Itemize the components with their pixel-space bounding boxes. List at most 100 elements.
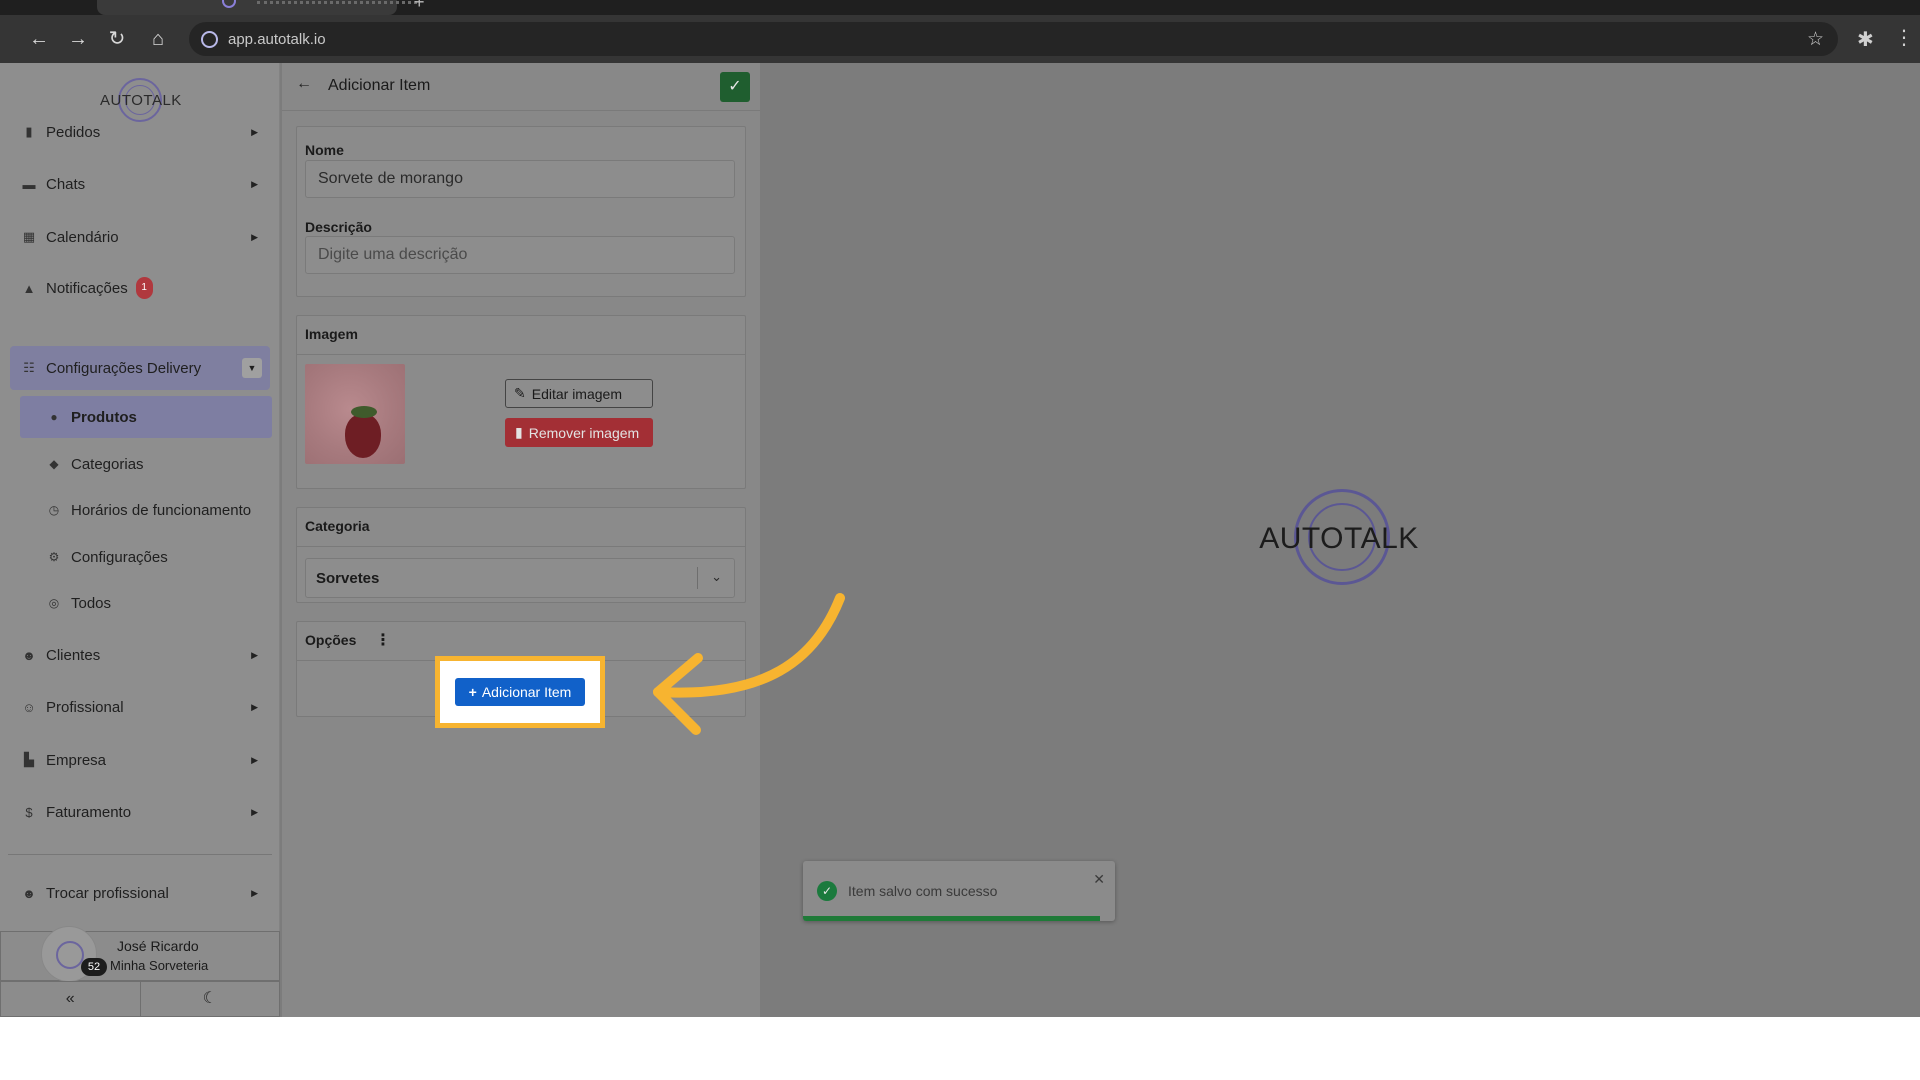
product-image-thumbnail	[305, 364, 405, 464]
chevron-down-icon[interactable]: ⌄	[711, 569, 722, 585]
sidebar-item-calendario[interactable]: ▦ Calendário ▶	[10, 217, 270, 257]
site-info-icon[interactable]	[201, 31, 218, 48]
sidebar-item-trocar-profissional[interactable]: ☻ Trocar profissional ▶	[10, 873, 270, 913]
sidebar-subitem-produtos[interactable]: ● Produtos	[20, 396, 272, 438]
sidebar-subitem-label: Todos	[71, 594, 112, 612]
reload-icon[interactable]: ↻	[102, 24, 132, 54]
chevron-right-icon: ▶	[251, 126, 258, 137]
browser-toolbar: ← → ↻ ⌂ app.autotalk.io ☆ ✱ ⋮	[0, 15, 1920, 63]
image-label: Imagem	[305, 326, 358, 342]
category-selected-value: Sorvetes	[316, 570, 380, 587]
close-icon[interactable]: ✕	[1093, 871, 1105, 888]
edit-image-button[interactable]: ✎ Editar imagem	[505, 379, 653, 408]
sidebar-item-label: Clientes	[46, 646, 101, 664]
gear-icon: ⚙	[48, 550, 60, 564]
sidebar-item-configuracoes-delivery[interactable]: ☷ Configurações Delivery ▼	[10, 346, 270, 390]
sidebar-item-label: Configurações Delivery	[46, 359, 202, 377]
browser-tab-active[interactable]	[97, 0, 417, 15]
sidebar-item-chats[interactable]: ▬ Chats ▶	[10, 164, 270, 204]
address-bar[interactable]: app.autotalk.io ☆	[189, 22, 1838, 56]
extensions-puzzle-icon[interactable]: ✱	[1857, 27, 1874, 52]
sidebar-item-label: Faturamento	[46, 803, 132, 821]
building-icon: ▙	[24, 752, 34, 767]
chevron-right-icon: ▶	[251, 178, 258, 189]
user-swap-icon: ☻	[22, 885, 36, 901]
sidebar-subitem-label: Horários de funcionamento	[71, 501, 252, 519]
card-header: Imagem	[297, 316, 745, 355]
back-icon[interactable]: ←	[24, 24, 54, 54]
toast-progress-bar	[803, 916, 1100, 921]
clock-icon: ◷	[48, 503, 60, 517]
user-company: Minha Sorveteria	[110, 958, 209, 973]
image-card: Imagem ✎ Editar imagem ▮ Remover imagem	[296, 315, 746, 489]
sidebar-subitem-horarios[interactable]: ◷ Horários de funcionamento	[20, 490, 272, 530]
sidebar-subitem-label: Categorias	[71, 455, 144, 473]
confirm-save-button[interactable]: ✓	[720, 72, 750, 102]
chevron-down-icon[interactable]: ▼	[242, 358, 262, 378]
sidebar-logo-text: AUTOTALK	[100, 92, 182, 109]
tab-title-obscured	[257, 1, 417, 5]
home-icon[interactable]: ⌂	[143, 24, 173, 54]
category-label: Categoria	[305, 518, 370, 534]
forward-icon[interactable]: →	[63, 24, 93, 54]
options-menu-icon[interactable]: ⋮	[375, 630, 391, 650]
check-circle-icon: ✓	[817, 881, 837, 901]
chevron-right-icon: ▶	[251, 806, 258, 817]
description-input[interactable]: Digite uma descrição	[305, 236, 735, 274]
sidebar-item-faturamento[interactable]: $ Faturamento ▶	[10, 792, 270, 832]
add-item-panel: ← Adicionar Item ✓ Nome Sorvete de moran…	[282, 63, 760, 1017]
collapse-sidebar-icon[interactable]: «	[1, 982, 141, 1016]
address-url: app.autotalk.io	[228, 31, 326, 48]
notification-badge: 1	[135, 277, 153, 299]
sidebar-footer: « ☾	[0, 981, 280, 1017]
app-viewport: + ← → ↻ ⌂ app.autotalk.io ☆ ✱ ⋮ AUTOTALK…	[0, 0, 1920, 1017]
globe-icon: ◎	[48, 596, 60, 610]
add-item-button[interactable]: + Adicionar Item	[455, 678, 585, 706]
sidebar-item-notificacoes[interactable]: ▲ Notificações 1	[10, 268, 270, 308]
sidebar-item-empresa[interactable]: ▙ Empresa ▶	[10, 740, 270, 780]
sliders-icon: ☷	[23, 360, 35, 375]
basic-info-card: Nome Sorvete de morango Descrição Digite…	[296, 126, 746, 297]
edit-image-label: Editar imagem	[531, 385, 622, 402]
chevron-right-icon: ▶	[251, 701, 258, 712]
dark-mode-moon-icon[interactable]: ☾	[141, 982, 280, 1016]
sidebar-subitem-todos[interactable]: ◎ Todos	[20, 583, 272, 623]
description-label: Descrição	[305, 219, 372, 235]
name-input[interactable]: Sorvete de morango	[305, 160, 735, 198]
ice-cream-icon: ●	[50, 410, 58, 424]
page-title: Adicionar Item	[328, 77, 431, 94]
tag-icon: ◆	[49, 457, 59, 471]
clipboard-icon: ▮	[25, 124, 33, 139]
remove-image-label: Remover imagem	[528, 424, 640, 441]
back-arrow-icon[interactable]: ←	[296, 75, 312, 93]
sidebar-item-label: Trocar profissional	[46, 884, 169, 902]
user-profile[interactable]: 52 José Ricardo Minha Sorveteria	[0, 926, 280, 982]
sidebar-divider	[8, 854, 272, 855]
sidebar: AUTOTALK ▮ Pedidos ▶ ▬ Chats ▶ ▦ Calendá…	[0, 63, 280, 1017]
tab-favicon-icon	[222, 0, 236, 8]
bookmark-star-icon[interactable]: ☆	[1807, 28, 1824, 51]
chevron-right-icon: ▶	[251, 754, 258, 765]
sidebar-item-clientes[interactable]: ☻ Clientes ▶	[10, 635, 270, 675]
tutorial-arrow-icon	[653, 593, 845, 735]
toast-message: Item salvo com sucesso	[848, 883, 998, 899]
sidebar-item-pedidos[interactable]: ▮ Pedidos ▶	[10, 112, 270, 152]
user-name: José Ricardo	[117, 938, 199, 954]
sidebar-item-label: Calendário	[46, 228, 119, 246]
trash-icon: ▮	[515, 424, 523, 440]
main-logo-text: AUTOTALK	[1259, 522, 1419, 555]
add-item-label: Adicionar Item	[481, 684, 572, 700]
chevron-right-icon: ▶	[251, 649, 258, 660]
sidebar-item-label: Pedidos	[46, 123, 101, 141]
new-tab-icon[interactable]: +	[414, 0, 425, 13]
remove-image-button[interactable]: ▮ Remover imagem	[505, 418, 653, 447]
users-icon: ☻	[22, 647, 36, 663]
bell-icon: ▲	[22, 280, 36, 296]
sidebar-subitem-configuracoes[interactable]: ⚙ Configurações	[20, 537, 272, 577]
sidebar-subitem-categorias[interactable]: ◆ Categorias	[20, 444, 272, 484]
avatar-count-badge: 52	[81, 958, 107, 976]
browser-tabstrip: +	[0, 0, 1920, 15]
sidebar-item-profissional[interactable]: ☺ Profissional ▶	[10, 687, 270, 727]
browser-menu-icon[interactable]: ⋮	[1894, 25, 1914, 50]
chevron-right-icon: ▶	[251, 231, 258, 242]
